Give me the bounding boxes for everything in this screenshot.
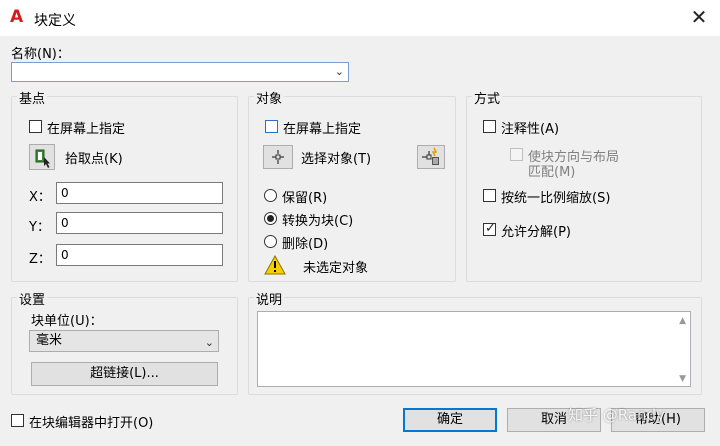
basepoint-title: 基点 [17,88,48,107]
ok-button[interactable]: 确定 [403,408,497,432]
hyperlink-button[interactable]: 超链接(L)... [31,362,218,386]
description-title: 说明 [254,289,285,308]
description-textarea[interactable]: ▲ ▼ [257,311,691,387]
quick-select-button[interactable] [417,145,445,169]
annotative-label: 注释性(A) [501,122,560,137]
convert-to-block-label: 转换为块(C) [282,214,354,229]
y-label: Y： [29,220,50,235]
selection-status: 未选定对象 [303,261,369,276]
quick-select-icon [422,147,439,165]
match-orientation-checkbox[interactable] [510,148,523,161]
scroll-up-icon[interactable]: ▲ [679,316,686,326]
basepoint-specify-on-screen-label: 在屏幕上指定 [47,122,126,137]
convert-to-block-radio[interactable] [264,212,277,225]
delete-radio[interactable] [264,235,277,248]
retain-label: 保留(R) [282,191,328,206]
window-title: 块定义 [34,13,76,29]
open-in-block-editor-checkbox[interactable] [11,414,24,427]
block-name-combobox[interactable]: ⌄ [11,62,349,82]
chevron-down-icon: ⌄ [204,336,214,349]
watermark: 知乎 @Randy [568,406,665,424]
retain-radio[interactable] [264,189,277,202]
select-objects-button[interactable] [263,145,293,169]
objects-title: 对象 [254,88,285,107]
z-label: Z： [29,252,51,267]
scale-uniformly-checkbox[interactable] [483,189,496,202]
name-label: 名称(N)： [11,47,70,62]
pick-point-label: 拾取点(K) [65,152,123,167]
title-bar [0,0,720,36]
checkmark-icon: ✓ [485,221,496,236]
close-icon[interactable]: ✕ [688,6,710,28]
behavior-title: 方式 [472,88,503,107]
delete-label: 删除(D) [282,237,329,252]
pick-point-icon [35,149,50,168]
annotative-checkbox[interactable] [483,120,496,133]
open-in-block-editor-label: 在块编辑器中打开(O) [29,416,154,431]
warning-icon [264,255,286,275]
block-unit-label: 块单位(U)： [31,314,103,329]
block-unit-value: 毫米 [36,333,63,348]
y-input[interactable]: 0 [56,212,223,234]
chevron-down-icon: ⌄ [334,65,344,78]
radio-selected-dot [267,215,274,222]
settings-title: 设置 [17,289,48,308]
pick-point-button[interactable] [29,144,55,170]
match-orientation-label-line2: 匹配(M) [528,165,576,180]
scale-uniformly-label: 按统一比例缩放(S) [501,191,611,206]
basepoint-specify-on-screen-checkbox[interactable] [29,120,42,133]
objects-specify-on-screen-label: 在屏幕上指定 [283,122,362,137]
autocad-logo-icon: A [10,7,24,27]
allow-exploding-checkbox[interactable]: ✓ [483,221,496,236]
x-label: X： [29,190,51,205]
block-unit-select[interactable]: 毫米 ⌄ [29,330,219,352]
allow-exploding-label: 允许分解(P) [501,225,571,240]
z-input[interactable]: 0 [56,244,223,266]
crosshair-icon [272,150,284,164]
objects-specify-on-screen-checkbox[interactable] [265,120,278,133]
scroll-down-icon[interactable]: ▼ [679,374,686,384]
select-objects-label: 选择对象(T) [301,152,372,167]
x-input[interactable]: 0 [56,182,223,204]
